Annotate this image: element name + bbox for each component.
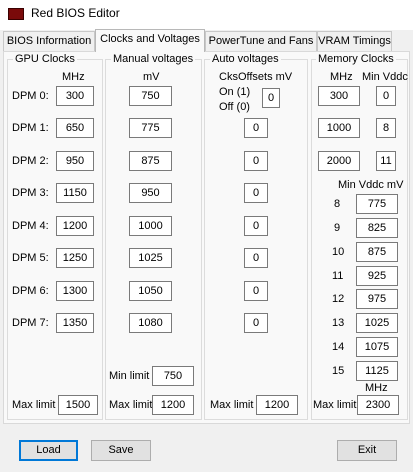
- on-label: On (1): [219, 86, 251, 98]
- voltage-min-limit-label: Min limit: [109, 370, 150, 382]
- manual-voltage-dpm-5-input[interactable]: 1025: [129, 248, 172, 268]
- memory-clock-2-input[interactable]: 2000: [318, 151, 360, 171]
- off-label: Off (0): [219, 101, 250, 113]
- memory-clock-1-input[interactable]: 1000: [318, 118, 360, 138]
- dpm-0-label: DPM 0:: [12, 90, 49, 102]
- vddc-15-input[interactable]: 1125: [356, 361, 398, 381]
- gpu-max-limit-input[interactable]: 1500: [58, 395, 98, 415]
- manual-voltage-dpm-0-input[interactable]: 750: [129, 86, 172, 106]
- auto-voltages-group: [204, 59, 308, 420]
- memory-max-limit-input[interactable]: 2300: [357, 395, 399, 415]
- dpm-3-label: DPM 3:: [12, 187, 49, 199]
- window-title: Red BIOS Editor: [31, 6, 120, 20]
- vddc-index-12-label: 12: [332, 293, 345, 305]
- gpu-clocks-group: [7, 59, 103, 420]
- auto-voltage-dpm-4-input[interactable]: 0: [244, 216, 268, 236]
- voltage-min-limit-input[interactable]: 750: [152, 366, 194, 386]
- title-bar: Red BIOS Editor: [0, 0, 413, 30]
- tab-powertune-and-fans[interactable]: PowerTune and Fans: [205, 31, 317, 51]
- vddc-14-input[interactable]: 1075: [356, 337, 398, 357]
- vddc-index-14-label: 14: [332, 341, 345, 353]
- cks-offsets-header: CksOffsets mV: [219, 71, 293, 83]
- memory-clocks-unit: MHz: [330, 71, 353, 83]
- vddc-9-input[interactable]: 825: [356, 218, 398, 238]
- manual-voltage-dpm-1-input[interactable]: 775: [129, 118, 172, 138]
- voltage-max-limit-label: Max limit: [109, 399, 153, 411]
- dpm-4-label: DPM 4:: [12, 220, 49, 232]
- manual-voltage-dpm-2-input[interactable]: 875: [129, 151, 172, 171]
- manual-voltage-dpm-3-input[interactable]: 950: [129, 183, 172, 203]
- min-vddc-table-header: Min Vddc mV: [338, 179, 404, 191]
- memory-vddc-index-2-input[interactable]: 11: [376, 151, 396, 171]
- memory-max-limit-label: Max limit: [313, 399, 357, 411]
- memory-vddc-index-0-input[interactable]: 0: [376, 86, 396, 106]
- dpm-2-label: DPM 2:: [12, 155, 49, 167]
- dpm-5-label: DPM 5:: [12, 252, 49, 264]
- auto-voltage-dpm-7-input[interactable]: 0: [244, 313, 268, 333]
- manual-voltage-dpm-4-input[interactable]: 1000: [129, 216, 172, 236]
- vddc-10-input[interactable]: 875: [356, 242, 398, 262]
- auto-max-limit-input[interactable]: 1200: [256, 395, 298, 415]
- voltage-max-limit-input[interactable]: 1200: [152, 395, 194, 415]
- gpu-clock-dpm-6-input[interactable]: 1300: [56, 281, 94, 301]
- gpu-clock-dpm-1-input[interactable]: 650: [56, 118, 94, 138]
- auto-voltage-dpm-0-input[interactable]: 0: [262, 88, 280, 108]
- auto-voltage-dpm-1-input[interactable]: 0: [244, 118, 268, 138]
- vddc-12-input[interactable]: 975: [356, 289, 398, 309]
- vddc-index-11-label: 11: [332, 270, 344, 282]
- vddc-index-8-label: 8: [334, 198, 341, 210]
- dpm-1-label: DPM 1:: [12, 122, 49, 134]
- vddc-8-input[interactable]: 775: [356, 194, 398, 214]
- gpu-clock-dpm-0-input[interactable]: 300: [56, 86, 94, 106]
- dpm-7-label: DPM 7:: [12, 317, 49, 329]
- gpu-max-limit-label: Max limit: [12, 399, 56, 411]
- auto-voltages-title: Auto voltages: [210, 53, 281, 65]
- auto-voltage-dpm-2-input[interactable]: 0: [244, 151, 268, 171]
- exit-button[interactable]: Exit: [337, 440, 397, 461]
- gpu-clocks-unit: MHz: [62, 71, 85, 83]
- gpu-clocks-title: GPU Clocks: [13, 53, 77, 65]
- gpu-clock-dpm-3-input[interactable]: 1150: [56, 183, 94, 203]
- memory-vddc-index-1-input[interactable]: 8: [376, 118, 396, 138]
- load-button[interactable]: Load: [19, 440, 78, 461]
- dpm-6-label: DPM 6:: [12, 285, 49, 297]
- auto-max-limit-label: Max limit: [210, 399, 254, 411]
- vddc-11-input[interactable]: 925: [356, 266, 398, 286]
- memory-clocks-title: Memory Clocks: [316, 53, 396, 65]
- manual-voltages-unit: mV: [143, 71, 160, 83]
- gpu-clock-dpm-7-input[interactable]: 1350: [56, 313, 94, 333]
- manual-voltages-title: Manual voltages: [111, 53, 196, 65]
- vddc-13-input[interactable]: 1025: [356, 313, 398, 333]
- memory-max-unit: MHz: [365, 382, 388, 394]
- gpu-clock-dpm-4-input[interactable]: 1200: [56, 216, 94, 236]
- vddc-index-10-label: 10: [332, 246, 345, 258]
- gpu-clock-dpm-5-input[interactable]: 1250: [56, 248, 94, 268]
- memory-vddc-header: Min Vddc: [362, 71, 408, 83]
- auto-voltage-dpm-3-input[interactable]: 0: [244, 183, 268, 203]
- memory-clock-0-input[interactable]: 300: [318, 86, 360, 106]
- gpu-clock-dpm-2-input[interactable]: 950: [56, 151, 94, 171]
- manual-voltage-dpm-6-input[interactable]: 1050: [129, 281, 172, 301]
- vddc-index-9-label: 9: [334, 222, 341, 234]
- manual-voltage-dpm-7-input[interactable]: 1080: [129, 313, 172, 333]
- auto-voltage-dpm-6-input[interactable]: 0: [244, 281, 268, 301]
- tab-clocks-and-voltages[interactable]: Clocks and Voltages: [95, 29, 205, 52]
- app-icon: [8, 8, 24, 20]
- tab-vram-timings[interactable]: VRAM Timings: [317, 31, 392, 51]
- tab-bios-information[interactable]: BIOS Information: [3, 31, 95, 51]
- vddc-index-15-label: 15: [332, 365, 345, 377]
- save-button[interactable]: Save: [91, 440, 151, 461]
- vddc-index-13-label: 13: [332, 317, 345, 329]
- auto-voltage-dpm-5-input[interactable]: 0: [244, 248, 268, 268]
